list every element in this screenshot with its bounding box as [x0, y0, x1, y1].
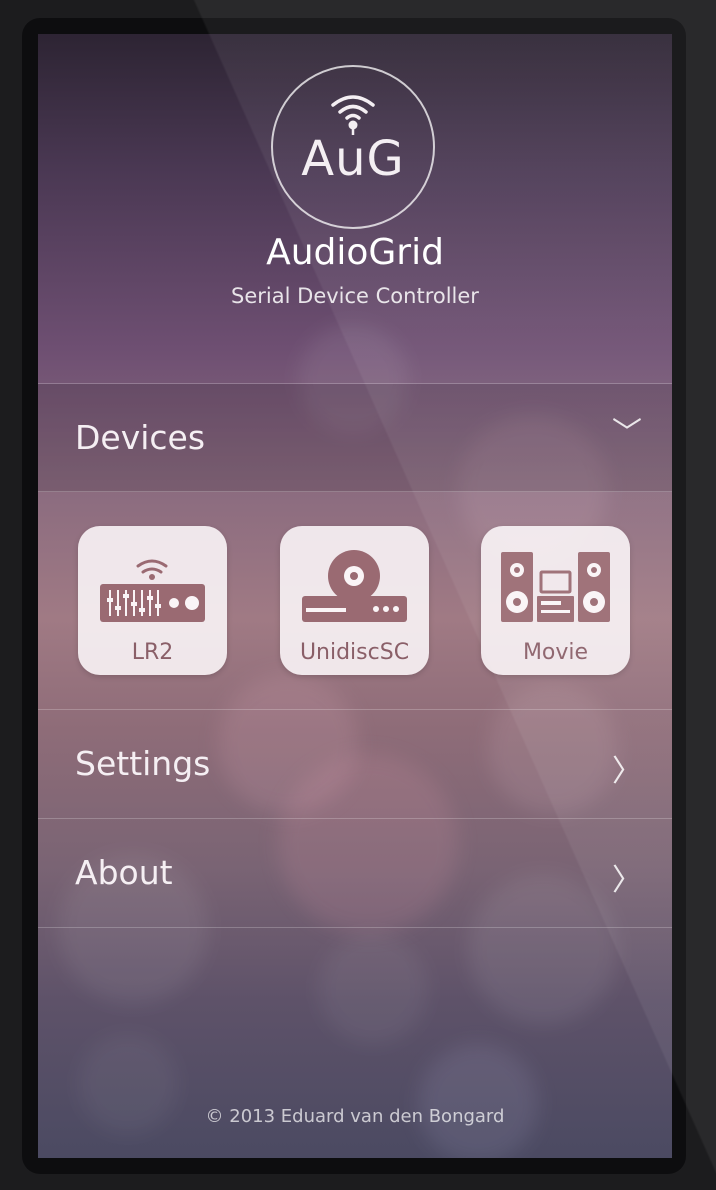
menu-item-settings[interactable]: Settings 〉 [38, 710, 672, 818]
device-label: Movie [522, 640, 589, 665]
menu-item-about[interactable]: About 〉 [38, 819, 672, 927]
menu-item-devices[interactable]: Devices ﹀ [38, 384, 672, 492]
device-tile-movie[interactable]: Movie [481, 526, 630, 675]
app-subtitle: Serial Device Controller [231, 284, 479, 308]
chevron-right-icon: 〉 [612, 754, 642, 789]
device-tile-unidiscsc[interactable]: UnidiscSC [280, 526, 429, 675]
menu-item-label: About [75, 853, 173, 892]
logo-text: AuG [301, 131, 405, 187]
app-title: AudioGrid [266, 232, 444, 273]
divider [38, 491, 672, 492]
menu-item-label: Settings [75, 744, 211, 783]
menu-item-label: Devices [75, 418, 206, 457]
device-label: LR2 [131, 640, 174, 665]
device-tile-lr2[interactable]: LR2 [78, 526, 227, 675]
app-logo: AuG [271, 65, 435, 229]
device-label: UnidiscSC [299, 640, 410, 665]
copyright-text: © 2013 Eduard van den Bongard [205, 1106, 505, 1127]
chevron-right-icon: 〉 [612, 863, 642, 898]
app-screen: AuG AudioGrid Serial Device Controller D… [38, 34, 672, 1158]
wifi-icon [331, 95, 375, 135]
chevron-down-icon: ﹀ [612, 416, 642, 451]
divider [38, 927, 672, 928]
